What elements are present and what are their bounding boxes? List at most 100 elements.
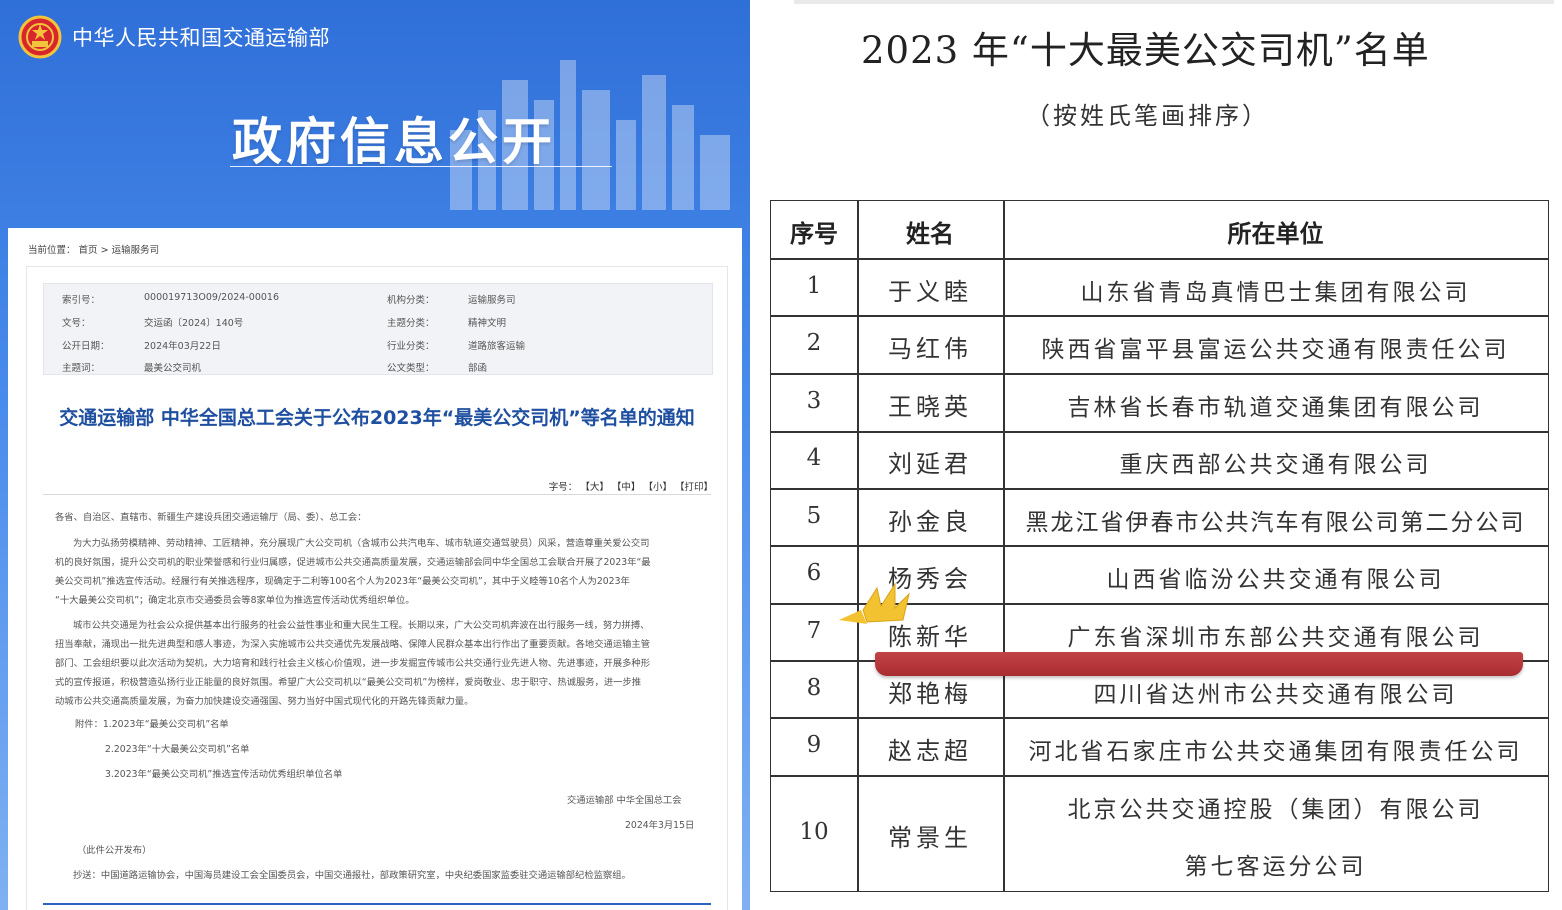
attachment-link-3[interactable]: 3.2023年“最美公交司机”推选宣传活动优秀组织单位名单 (105, 765, 342, 784)
row-divider (771, 488, 1548, 490)
article-title: 交通运输部 中华全国总工会关于公布2023年“最美公交司机”等名单的通知 (59, 407, 695, 429)
driver-name: 孙金良 (888, 508, 972, 536)
metadata-table: 索引号： 000019713O09/2024-00016 机构分类： 运输服务司… (43, 283, 713, 375)
driver-unit: 陕西省富平县富运公共交通有限责任公司 (1041, 337, 1510, 363)
meta-doc-value: 交运函〔2024〕140号 (144, 318, 244, 329)
salutation: 各省、自治区、直辖市、新疆生产建设兵团交通运输厅（局、委）、总工会： (55, 512, 367, 523)
print-button[interactable]: 【打印】 (675, 482, 713, 493)
driver-unit: 四川省达州市公共交通有限公司 (1093, 682, 1458, 708)
font-small-button[interactable]: 【小】 (643, 482, 672, 493)
highlight-bar (875, 652, 1523, 676)
driver-unit: 山西省临汾公共交通有限公司 (1106, 567, 1445, 593)
list-subtitle: （按姓氏笔画排序） (1026, 102, 1269, 130)
banner-underline (230, 166, 612, 167)
meta-index-label: 索引号： (62, 295, 101, 306)
header-name: 姓名 (906, 220, 954, 248)
font-size-controls: 字号： 【大】 【中】 【小】 【打印】 (549, 479, 713, 493)
driver-unit-line-2: 第七客运分公司 (1184, 854, 1367, 880)
meta-type-label: 公文类型： (387, 363, 435, 374)
meta-type-value: 部函 (468, 363, 488, 374)
paragraph-2-line: 式的宣传报道，积极营造弘扬行业正能量的良好氛围。希望广大公交司机以“最美公交司机… (55, 677, 642, 688)
breadcrumb-label: 当前位置： (28, 245, 76, 256)
meta-date-value: 2024年03月22日 (144, 341, 221, 352)
paragraph-2-line: 动城市公共交通高质量发展，为奋力加快建设交通强国、努力当好中国式现代化的开路先锋… (55, 696, 474, 707)
row-number: 8 (806, 675, 822, 701)
meta-industry-value: 道路旅客运输 (468, 341, 526, 352)
paragraph-1-line: 为大力弘扬劳模精神、劳动精神、工匠精神，充分展现广大公交司机（含城市公共汽电车、… (73, 538, 650, 549)
driver-name: 郑艳梅 (888, 680, 972, 708)
font-large-button[interactable]: 【大】 (580, 482, 609, 493)
driver-unit: 重庆西部公共交通有限公司 (1119, 452, 1432, 478)
meta-doc-label: 文号： (62, 318, 91, 329)
site-header: 中华人民共和国交通运输部 (18, 14, 330, 60)
breadcrumb: 当前位置： 首页 > 运输服务司 (28, 242, 159, 256)
banner-title: 政府信息公开 (232, 113, 556, 171)
row-divider (771, 545, 1548, 547)
font-medium-button[interactable]: 【中】 (612, 482, 641, 493)
sign-date: 2024年3月15日 (625, 820, 695, 831)
attachment-link-2[interactable]: 2.2023年“十大最美公交司机”名单 (105, 740, 249, 759)
top-border (794, 0, 1554, 4)
driver-table: 序号 姓名 所在单位 1 于义睦 山东省青岛真情巴士集团有限公司 2 马红伟 陕… (770, 200, 1549, 892)
attachment-link-1[interactable]: 附件：1.2023年“最美公交司机”名单 (75, 715, 229, 734)
meta-keyword-value: 最美公交司机 (144, 363, 202, 374)
article-container: 索引号： 000019713O09/2024-00016 机构分类： 运输服务司… (26, 266, 728, 910)
driver-name: 常景生 (888, 824, 972, 852)
row-divider (771, 373, 1548, 375)
divider (43, 494, 711, 495)
breadcrumb-separator: > (100, 245, 109, 256)
row-number: 5 (806, 503, 822, 529)
driver-name: 赵志超 (888, 737, 972, 765)
row-number: 1 (806, 273, 822, 299)
gov-info-panel: 中华人民共和国交通运输部 政府信息公开 当前位置： 首页 > 运输服务司 索引号… (0, 0, 750, 910)
row-divider (771, 431, 1548, 433)
row-divider (771, 717, 1548, 719)
row-number: 9 (806, 732, 822, 758)
row-number: 4 (806, 445, 822, 471)
meta-index-value: 000019713O09/2024-00016 (144, 292, 279, 303)
footer-divider (43, 903, 711, 905)
header-no: 序号 (790, 220, 838, 248)
breadcrumb-home-link[interactable]: 首页 (79, 245, 98, 256)
driver-name: 刘延君 (888, 450, 972, 478)
national-emblem-icon (18, 15, 62, 59)
meta-keyword-label: 主题词： (62, 363, 101, 374)
paragraph-2-line: 城市公共交通是为社会公众提供基本出行服务的社会公益性事业和重大民生工程。长期以来… (73, 620, 650, 631)
ministry-name[interactable]: 中华人民共和国交通运输部 (72, 22, 330, 52)
row-number: 3 (806, 388, 822, 414)
driver-unit: 黑龙江省伊春市公共汽车有限公司第二分公司 (1025, 510, 1526, 536)
driver-unit: 吉林省长春市轨道交通集团有限公司 (1067, 395, 1484, 421)
driver-name: 王晓英 (888, 393, 972, 421)
list-title: 2023 年“十大最美公交司机”名单 (861, 29, 1430, 72)
paragraph-1-line: “十大最美公交司机”；确定北京市交通委员会等8家单位为推选宣传活动优秀组织单位。 (55, 595, 415, 606)
driver-unit: 北京公共交通控股（集团）有限公司 (1067, 797, 1484, 823)
row-divider (771, 258, 1548, 260)
font-size-label: 字号： (548, 482, 578, 493)
row-number: 2 (806, 330, 822, 356)
meta-industry-label: 行业分类： (387, 341, 435, 352)
paragraph-2-line: 扭当奉献，涌现出一批先进典型和感人事迹，为深入实施城市公共交通优先发展战略、保障… (55, 639, 651, 650)
paragraph-1-line: 美公交司机”推选宣传活动。经履行有关推选程序，现确定于二利等100名个人为202… (55, 576, 630, 587)
breadcrumb-section-link[interactable]: 运输服务司 (112, 245, 160, 256)
paragraph-1-line: 机的良好氛围，提升公交司机的职业荣誉感和行业归属感，促进城市公共交通高质量发展，… (55, 557, 651, 568)
crown-icon (839, 582, 910, 624)
header-unit: 所在单位 (1227, 220, 1324, 248)
cc-line: 抄送：中国道路运输协会，中国海员建设工会全国委员会，中国交通报社，部政策研究室，… (73, 870, 631, 881)
meta-date-label: 公开日期： (62, 341, 110, 352)
driver-list-document: 2023 年“十大最美公交司机”名单 （按姓氏笔画排序） 序号 姓名 所在单位 … (758, 0, 1562, 910)
driver-name: 于义睦 (888, 278, 972, 306)
meta-topic-label: 主题分类： (387, 318, 435, 329)
signers: 交通运输部 中华全国总工会 (567, 795, 682, 806)
row-divider (771, 775, 1548, 777)
meta-org-value: 运输服务司 (468, 295, 516, 306)
row-number: 10 (799, 819, 829, 845)
meta-org-label: 机构分类： (387, 295, 435, 306)
driver-unit: 山东省青岛真情巴士集团有限公司 (1080, 280, 1471, 306)
driver-unit: 河北省石家庄市公共交通集团有限责任公司 (1028, 739, 1523, 765)
driver-name: 马红伟 (888, 335, 972, 363)
content-card: 当前位置： 首页 > 运输服务司 索引号： 000019713O09/2024-… (8, 228, 742, 910)
meta-topic-value: 精神文明 (468, 318, 507, 329)
driver-unit: 广东省深圳市东部公共交通有限公司 (1067, 625, 1484, 651)
publish-note: （此件公开发布） (77, 845, 152, 856)
row-divider (771, 315, 1548, 317)
